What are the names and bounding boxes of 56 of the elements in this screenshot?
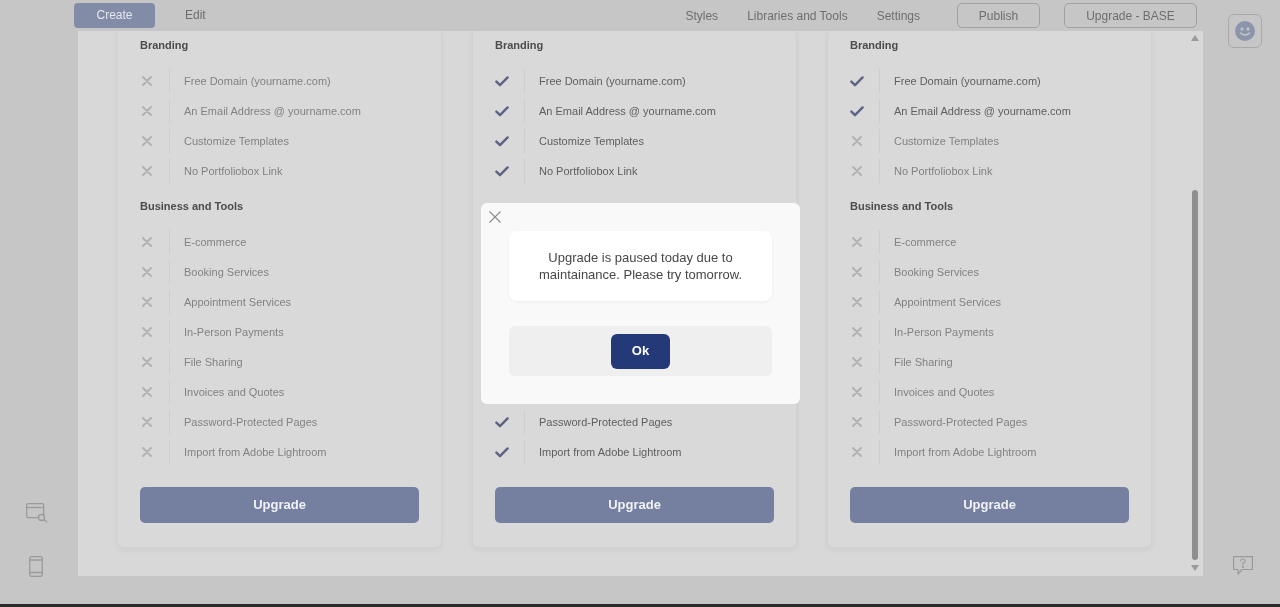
section-heading: Branding (495, 38, 544, 53)
feature-label: Customize Templates (894, 134, 999, 148)
nav-tab[interactable]: Create (74, 3, 155, 28)
avatar-button[interactable] (1228, 14, 1262, 48)
feature-label: Password-Protected Pages (894, 415, 1028, 429)
feature-label: Appointment Services (184, 295, 291, 309)
feature-label: No Portfoliobox Link (539, 164, 638, 178)
feature-label: File Sharing (894, 355, 953, 369)
section-heading: Business and Tools (140, 199, 244, 214)
feature-label: In-Person Payments (894, 325, 994, 339)
feature-label: Free Domain (yourname.com) (184, 74, 331, 88)
feature-label: Invoices and Quotes (184, 385, 285, 399)
feature-label: An Email Address @ yourname.com (539, 104, 716, 118)
upgrade-button[interactable]: Upgrade (140, 487, 419, 523)
section-heading: Branding (140, 38, 189, 53)
scroll-down-arrow-icon[interactable] (1191, 565, 1199, 571)
upgrade-button[interactable]: Upgrade (850, 487, 1129, 523)
feature-label: In-Person Payments (184, 325, 284, 339)
section-heading: Business and Tools (850, 199, 954, 214)
feature-label: File Sharing (184, 355, 243, 369)
smiley-avatar-icon (1235, 21, 1255, 41)
feature-label: An Email Address @ yourname.com (184, 104, 361, 118)
section-heading: Branding (850, 38, 899, 53)
nav-tab[interactable]: Edit (167, 3, 224, 28)
help-icon[interactable] (1233, 556, 1253, 575)
feature-label: Appointment Services (894, 295, 1001, 309)
scrollbar-thumb[interactable] (1192, 190, 1198, 560)
toolbar-button[interactable]: Publish (957, 3, 1040, 28)
menu-link[interactable]: Settings (876, 6, 920, 25)
feature-label: No Portfoliobox Link (894, 164, 993, 178)
feature-label: E-commerce (894, 235, 957, 249)
feature-label: Password-Protected Pages (184, 415, 318, 429)
feature-label: Import from Adobe Lightroom (539, 445, 682, 459)
feature-label: Customize Templates (539, 134, 644, 148)
ok-button[interactable]: Ok (611, 333, 670, 369)
feature-label: Booking Services (894, 265, 979, 279)
feature-label: E-commerce (184, 235, 247, 249)
phone-icon[interactable] (29, 556, 43, 577)
feature-label: Booking Services (184, 265, 269, 279)
feature-label: No Portfoliobox Link (184, 164, 283, 178)
feature-label: Free Domain (yourname.com) (894, 74, 1041, 88)
scroll-up-arrow-icon[interactable] (1191, 35, 1199, 41)
feature-label: Import from Adobe Lightroom (894, 445, 1037, 459)
feature-label: Password-Protected Pages (539, 415, 673, 429)
feature-label: Customize Templates (184, 134, 289, 148)
toolbar-button[interactable]: Upgrade - BASE (1064, 3, 1197, 28)
menu-link[interactable]: Styles (685, 6, 719, 25)
menu-link[interactable]: Libraries and Tools (747, 6, 848, 25)
feature-label: An Email Address @ yourname.com (894, 104, 1071, 118)
feature-label: Import from Adobe Lightroom (184, 445, 327, 459)
feature-label: Free Domain (yourname.com) (539, 74, 686, 88)
upgrade-button[interactable]: Upgrade (495, 487, 774, 523)
dialog-message: Upgrade is paused today due to maintainance. Please try tomorrow. (537, 249, 743, 283)
close-icon[interactable] (489, 211, 501, 223)
feature-label: Invoices and Quotes (894, 385, 995, 399)
browser-search-icon[interactable] (26, 503, 48, 523)
